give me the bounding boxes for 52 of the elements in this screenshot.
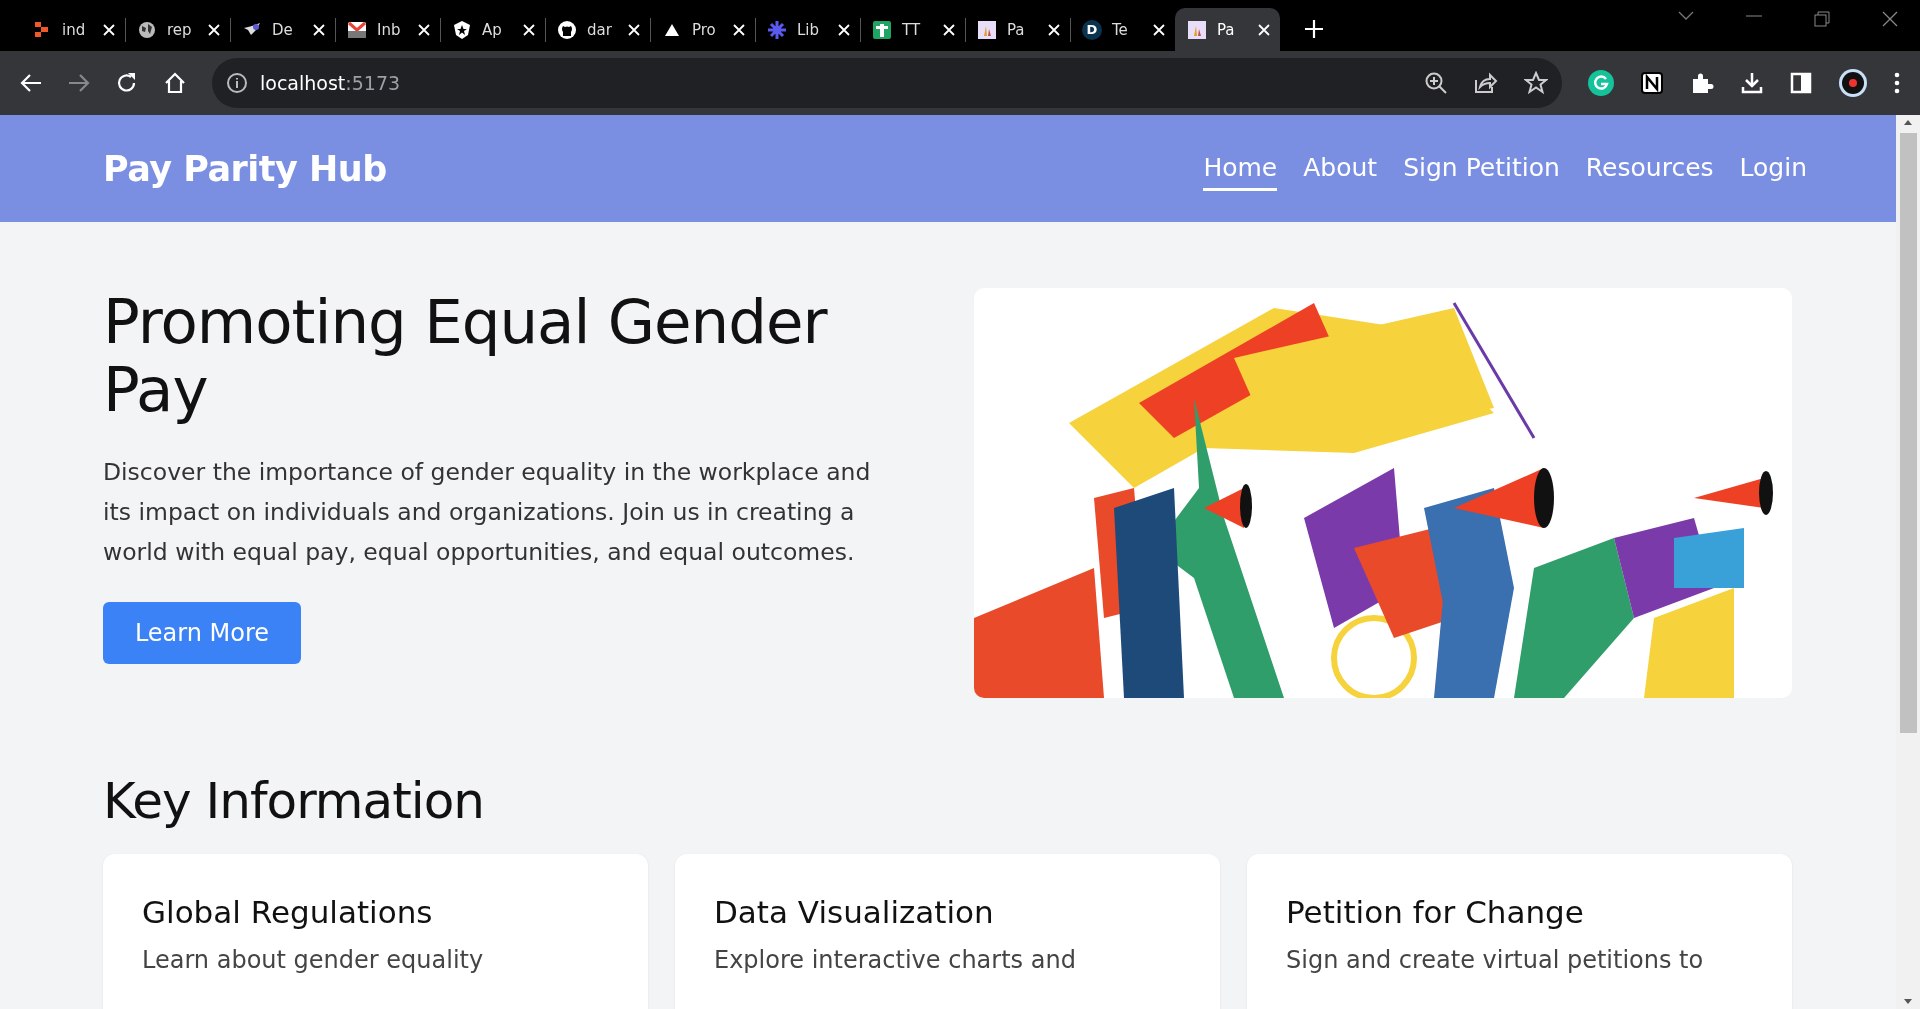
side-panel-icon[interactable]	[1790, 72, 1812, 94]
info-icon[interactable]	[226, 72, 248, 94]
close-icon[interactable]	[1882, 10, 1898, 27]
browser-tab[interactable]: Pro	[650, 8, 755, 51]
browser-tab[interactable]: Pa	[1175, 8, 1280, 51]
card-title: Data Visualization	[714, 894, 995, 930]
cross-icon	[872, 19, 892, 40]
browser-tab[interactable]: dar	[545, 8, 650, 51]
star-icon[interactable]	[1524, 71, 1548, 95]
notebook-extension-icon[interactable]	[1640, 71, 1664, 95]
card-title: Global Regulations	[142, 894, 434, 930]
home-icon[interactable]	[164, 72, 186, 94]
image-icon	[977, 19, 997, 40]
puzzle-icon[interactable]	[1690, 71, 1714, 95]
hero-heading: Promoting Equal Gender Pay	[103, 288, 829, 424]
globe-icon	[137, 19, 157, 40]
grammar-extension-icon[interactable]	[1588, 70, 1614, 96]
browser-tab[interactable]: TT	[860, 8, 965, 51]
card-description: Explore interactive charts and	[714, 946, 1077, 974]
download-icon[interactable]	[1740, 71, 1764, 95]
image-icon	[1187, 19, 1207, 40]
new-tab-icon[interactable]	[1304, 19, 1324, 39]
zoom-icon[interactable]	[1424, 71, 1448, 95]
card-title: Petition for Change	[1286, 894, 1585, 930]
browser-tab[interactable]: Inb	[335, 8, 440, 51]
section-heading: Key Information	[103, 772, 485, 830]
reload-icon[interactable]	[116, 72, 138, 94]
url-text: localhost:5173	[260, 72, 401, 94]
mail-icon	[347, 19, 367, 40]
avatar-icon[interactable]	[1838, 68, 1868, 98]
card-description: Sign and create virtual petitions to	[1286, 946, 1705, 974]
browser-tab[interactable]: Pa	[965, 8, 1070, 51]
asterisk-icon	[767, 19, 787, 40]
hero-description: Discover the importance of gender equality in the workplace and its impact on individuals and organizations. Join us in creating a world with equal pay, equal opportunities, and equal outcomes.	[103, 457, 872, 568]
shield-icon	[452, 19, 472, 40]
browser-tab[interactable]: De	[230, 8, 335, 51]
forward-icon[interactable]	[68, 73, 90, 93]
address-bar[interactable]: localhost:5173	[212, 58, 1562, 108]
share-icon[interactable]	[1474, 72, 1498, 94]
browser-tab[interactable]: Lib	[755, 8, 860, 51]
browser-tab[interactable]: D Te	[1070, 8, 1175, 51]
restore-icon[interactable]	[1814, 10, 1830, 27]
back-icon[interactable]	[20, 73, 42, 93]
chevron-down-icon[interactable]	[1678, 10, 1694, 21]
letter-icon: D	[1082, 19, 1102, 40]
card-description: Learn about gender equality	[142, 946, 485, 974]
learn-more-button[interactable]: Learn More	[103, 602, 301, 664]
scrollbar-thumb[interactable]	[1899, 133, 1917, 733]
browser-tab[interactable]: ind	[20, 8, 125, 51]
browser-tab[interactable]: Ap	[440, 8, 545, 51]
menu-icon[interactable]	[1894, 72, 1900, 94]
browser-tab[interactable]: rep	[125, 8, 230, 51]
